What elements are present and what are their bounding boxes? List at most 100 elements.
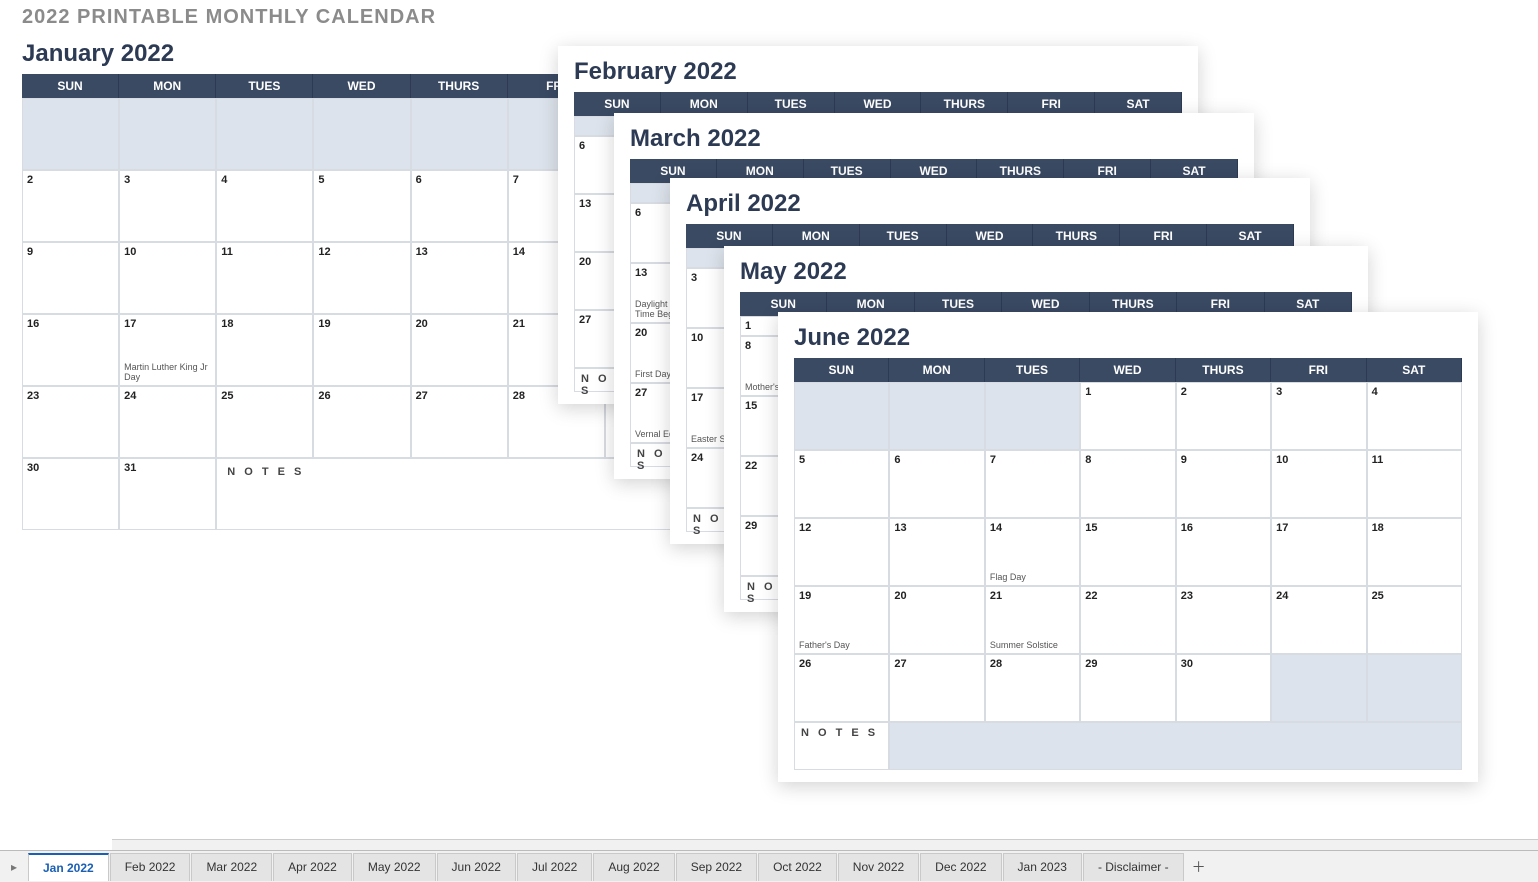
calendar-cell[interactable]: 26 bbox=[313, 386, 410, 458]
calendar-cell[interactable]: 3 bbox=[1271, 382, 1366, 450]
calendar-cell[interactable]: 18 bbox=[216, 314, 313, 386]
calendar-cell[interactable]: 12 bbox=[313, 242, 410, 314]
calendar-cell[interactable]: 22 bbox=[1080, 586, 1175, 654]
calendar-cell[interactable]: 4 bbox=[1367, 382, 1462, 450]
calendar-cell[interactable]: 27 bbox=[889, 654, 984, 722]
calendar-cell[interactable]: 12 bbox=[794, 518, 889, 586]
calendar-cell[interactable]: 16 bbox=[1176, 518, 1271, 586]
calendar-cell[interactable] bbox=[216, 98, 313, 170]
calendar-cell[interactable]: 9 bbox=[1176, 450, 1271, 518]
calendar-cell[interactable]: 24 bbox=[1271, 586, 1366, 654]
day-number: 14 bbox=[990, 522, 1075, 534]
day-number: 25 bbox=[221, 390, 308, 402]
calendar-cell[interactable]: 4 bbox=[216, 170, 313, 242]
calendar-cell[interactable]: 21Summer Solstice bbox=[985, 586, 1080, 654]
sheet-tab[interactable]: Aug 2022 bbox=[593, 853, 674, 881]
calendar-cell[interactable]: 2 bbox=[1176, 382, 1271, 450]
calendar-cell[interactable] bbox=[22, 98, 119, 170]
day-number: 25 bbox=[1372, 590, 1457, 602]
calendar-cell[interactable]: 6 bbox=[411, 170, 508, 242]
calendar-cell[interactable]: 29 bbox=[1080, 654, 1175, 722]
day-number: 16 bbox=[27, 318, 114, 330]
calendar-cell[interactable]: 25 bbox=[1367, 586, 1462, 654]
sheet-tab[interactable]: May 2022 bbox=[353, 853, 436, 881]
calendar-cell[interactable]: 13 bbox=[411, 242, 508, 314]
day-number: 17 bbox=[124, 318, 211, 330]
calendar-cell[interactable]: 13 bbox=[889, 518, 984, 586]
calendar-cell[interactable] bbox=[1367, 654, 1462, 722]
sheet-tab[interactable]: Mar 2022 bbox=[191, 853, 272, 881]
calendar-cell[interactable]: 19Father's Day bbox=[794, 586, 889, 654]
day-number: 22 bbox=[1085, 590, 1170, 602]
calendar-cell[interactable]: 6 bbox=[889, 450, 984, 518]
day-number: 10 bbox=[1276, 454, 1361, 466]
day-number: 31 bbox=[124, 462, 211, 474]
calendar-cell[interactable]: 10 bbox=[119, 242, 216, 314]
calendar-cell[interactable]: 30 bbox=[1176, 654, 1271, 722]
weekday-header: MON bbox=[889, 358, 984, 382]
calendar-cell[interactable]: 3 bbox=[119, 170, 216, 242]
calendar-cell[interactable]: 18 bbox=[1367, 518, 1462, 586]
add-sheet-button[interactable]: ＋ bbox=[1185, 857, 1213, 877]
calendar-cell[interactable]: 15 bbox=[1080, 518, 1175, 586]
day-number: 23 bbox=[27, 390, 114, 402]
sheet-tab[interactable]: Feb 2022 bbox=[110, 853, 191, 881]
horizontal-scrollbar-track[interactable] bbox=[112, 839, 1538, 850]
calendar-cell[interactable]: 2 bbox=[22, 170, 119, 242]
event-label: Martin Luther King Jr Day bbox=[124, 363, 211, 382]
calendar-cell[interactable] bbox=[313, 98, 410, 170]
calendar-cell[interactable]: 20 bbox=[889, 586, 984, 654]
calendar-cell[interactable]: 10 bbox=[1271, 450, 1366, 518]
day-number: 27 bbox=[894, 658, 979, 670]
calendar-cell[interactable]: 17 bbox=[1271, 518, 1366, 586]
calendar-cell[interactable]: 5 bbox=[794, 450, 889, 518]
calendar-cell[interactable] bbox=[119, 98, 216, 170]
calendar-cell[interactable]: 5 bbox=[313, 170, 410, 242]
calendar-cell[interactable]: 11 bbox=[216, 242, 313, 314]
day-number: 24 bbox=[1276, 590, 1361, 602]
calendar-cell[interactable]: 24 bbox=[119, 386, 216, 458]
sheet-tab[interactable]: Apr 2022 bbox=[273, 853, 352, 881]
calendar-cell[interactable]: 9 bbox=[22, 242, 119, 314]
day-number: 23 bbox=[1181, 590, 1266, 602]
notes-area[interactable] bbox=[889, 722, 1462, 770]
calendar-cell[interactable]: 25 bbox=[216, 386, 313, 458]
weekday-header: MON bbox=[119, 74, 216, 98]
calendar-cell[interactable]: 16 bbox=[22, 314, 119, 386]
calendar-cell[interactable] bbox=[794, 382, 889, 450]
event-label: Summer Solstice bbox=[990, 641, 1075, 650]
calendar-cell[interactable]: 7 bbox=[985, 450, 1080, 518]
sheet-tab[interactable]: Dec 2022 bbox=[920, 853, 1001, 881]
calendar-cell[interactable]: 1 bbox=[1080, 382, 1175, 450]
calendar-cell[interactable] bbox=[1271, 654, 1366, 722]
calendar-cell[interactable]: 23 bbox=[1176, 586, 1271, 654]
calendar-cell[interactable]: 31 bbox=[119, 458, 216, 530]
sheet-tab[interactable]: Jan 2022 bbox=[28, 853, 109, 881]
day-number: 7 bbox=[990, 454, 1075, 466]
sheet-nav-arrow-icon[interactable]: ▸ bbox=[0, 860, 28, 874]
sheet-tab[interactable]: Jan 2023 bbox=[1003, 853, 1082, 881]
sheet-tab[interactable]: Oct 2022 bbox=[758, 853, 837, 881]
weekday-header: FRI bbox=[1120, 224, 1207, 248]
calendar-cell[interactable]: 30 bbox=[22, 458, 119, 530]
weekday-header: WED bbox=[947, 224, 1034, 248]
sheet-tab[interactable]: Nov 2022 bbox=[838, 853, 919, 881]
calendar-cell[interactable]: 27 bbox=[411, 386, 508, 458]
sheet-tab[interactable]: Sep 2022 bbox=[676, 853, 757, 881]
calendar-cell[interactable]: 28 bbox=[985, 654, 1080, 722]
calendar-cell[interactable]: 17 Martin Luther King Jr Day bbox=[119, 314, 216, 386]
sheet-tab[interactable]: Jun 2022 bbox=[437, 853, 516, 881]
calendar-cell[interactable]: 14Flag Day bbox=[985, 518, 1080, 586]
calendar-cell[interactable] bbox=[985, 382, 1080, 450]
calendar-cell[interactable] bbox=[889, 382, 984, 450]
month-title-june: June 2022 bbox=[794, 324, 1462, 352]
sheet-tab[interactable]: Jul 2022 bbox=[517, 853, 592, 881]
calendar-cell[interactable]: 23 bbox=[22, 386, 119, 458]
calendar-cell[interactable] bbox=[411, 98, 508, 170]
calendar-cell[interactable]: 20 bbox=[411, 314, 508, 386]
calendar-cell[interactable]: 19 bbox=[313, 314, 410, 386]
calendar-cell[interactable]: 11 bbox=[1367, 450, 1462, 518]
calendar-cell[interactable]: 8 bbox=[1080, 450, 1175, 518]
calendar-cell[interactable]: 26 bbox=[794, 654, 889, 722]
sheet-tab[interactable]: - Disclaimer - bbox=[1083, 853, 1184, 881]
